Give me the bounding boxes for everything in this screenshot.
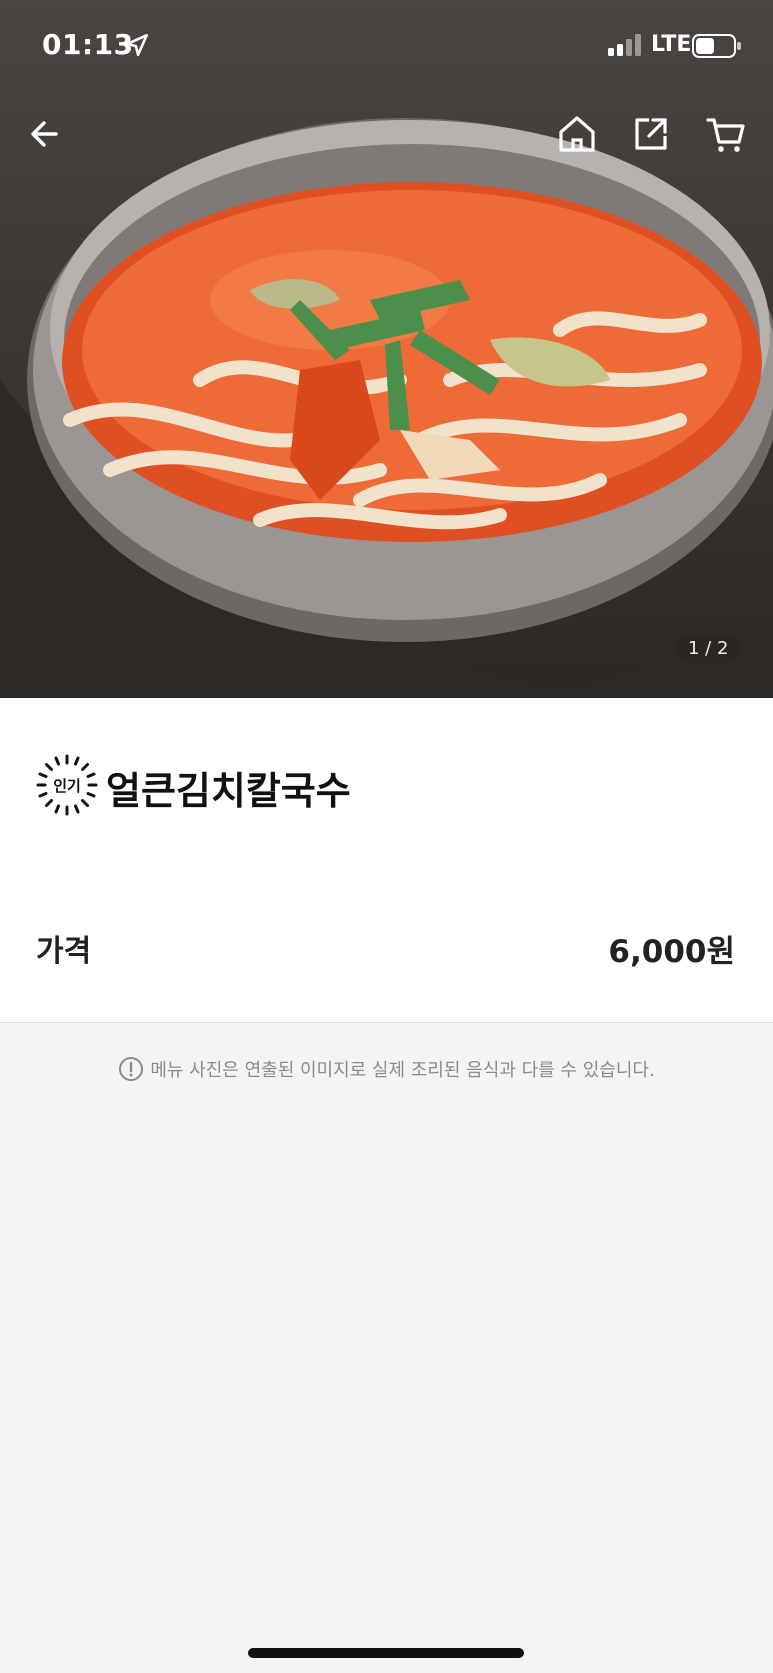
status-time: 01:13: [42, 28, 134, 61]
photo-notice: 메뉴 사진은 연출된 이미지로 실제 조리된 음식과 다를 수 있습니다.: [0, 1056, 773, 1082]
popular-badge: 인기: [36, 754, 98, 816]
notice-text: 메뉴 사진은 연출된 이미지로 실제 조리된 음식과 다를 수 있습니다.: [150, 1060, 655, 1081]
price-value: 6,000원: [608, 934, 735, 970]
location-arrow-icon: [125, 33, 149, 57]
menu-name: 얼큰김치칼국수: [106, 769, 351, 813]
price-label: 가격: [36, 934, 92, 969]
badge-text: 인기: [53, 777, 81, 795]
network-label: LTE: [651, 32, 692, 57]
home-icon[interactable]: [555, 112, 599, 156]
menu-image-gallery[interactable]: 01:13 LTE 1 / 2: [0, 0, 773, 698]
home-indicator[interactable]: [248, 1648, 524, 1658]
food-photo: [0, 118, 773, 698]
battery-icon: [692, 34, 741, 58]
gallery-pager: 1 / 2: [676, 634, 741, 663]
exclamation-circle-icon: [119, 1057, 144, 1081]
share-icon[interactable]: [629, 112, 673, 156]
back-arrow-icon[interactable]: [26, 112, 70, 156]
menu-info-card: 인기 얼큰김치칼국수 가격 6,000원: [0, 698, 773, 1023]
cart-icon[interactable]: [704, 112, 748, 156]
status-bar: 01:13 LTE: [0, 0, 773, 96]
signal-icon: [608, 34, 641, 56]
